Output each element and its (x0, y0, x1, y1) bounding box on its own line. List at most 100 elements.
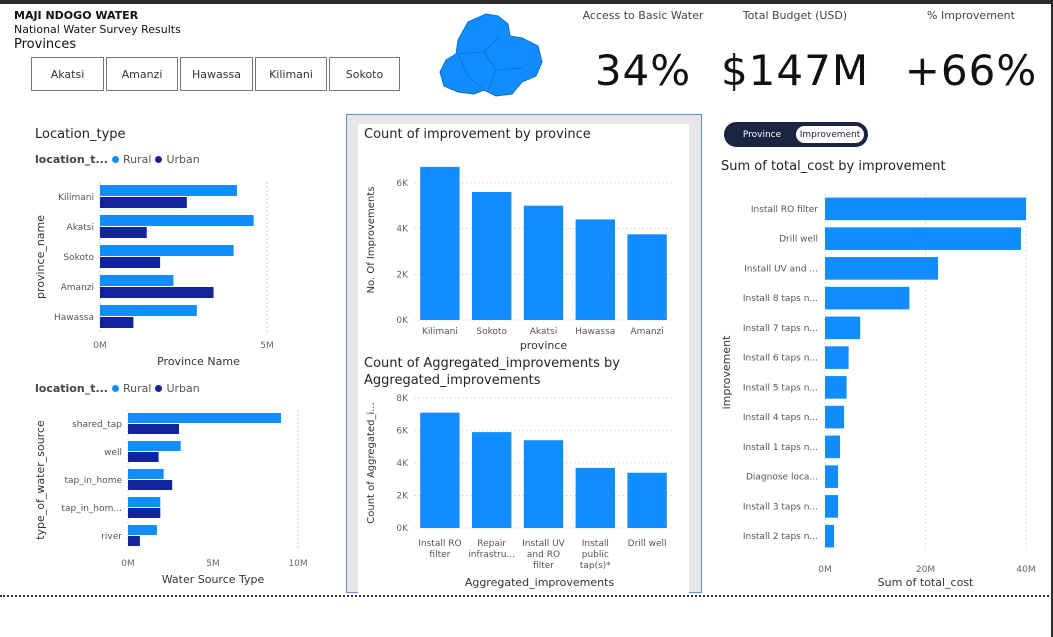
bar (825, 524, 835, 548)
y-tick-label: 4K (396, 225, 409, 235)
slicer-akatsi[interactable]: Akatsi (31, 57, 104, 91)
bar-rural (100, 305, 197, 316)
category-label: Install 8 taps n... (743, 294, 818, 304)
x-axis-title: Province Name (157, 355, 240, 368)
x-axis-title: Water Source Type (162, 573, 265, 586)
category-label: shared_tap (72, 420, 122, 430)
x-tick-label: Akatsi (530, 327, 557, 337)
category-label: Kilimani (58, 193, 94, 203)
bar-urban (128, 508, 161, 518)
slicer-sokoto[interactable]: Sokoto (329, 57, 400, 91)
category-label: Install UV and ... (744, 264, 818, 274)
category-label: well (104, 448, 122, 458)
bar-rural (128, 525, 157, 535)
bar-urban (100, 287, 214, 298)
bar-urban (128, 480, 173, 490)
legend-rural-label: Rural (122, 153, 152, 166)
bar-urban (100, 227, 147, 238)
y-tick-label: 0K (396, 316, 409, 326)
bar (825, 286, 910, 310)
kpi-value-budget: $147M (720, 46, 870, 95)
bar (627, 472, 667, 528)
slicer-amanzi[interactable]: Amanzi (106, 57, 178, 91)
toggle-province[interactable]: Province (730, 126, 794, 143)
bar-rural (128, 469, 164, 479)
bar-urban (100, 257, 161, 268)
slicer-hawassa[interactable]: Hawassa (180, 57, 253, 91)
legend-rural-dot (111, 385, 119, 392)
bar-rural (128, 413, 281, 423)
category-label: tap_in_hom... (61, 504, 122, 514)
view-toggle[interactable]: Province Improvement (724, 122, 868, 147)
x-tick-label: 0M (121, 559, 135, 569)
location-type-title: Location_type (35, 127, 126, 142)
total-cost-title: Sum of total_cost by improvement (721, 159, 946, 174)
category-label: Akatsi (67, 223, 94, 233)
bar-rural (128, 441, 181, 451)
x-tick-label: 20M (916, 565, 935, 575)
bar (575, 219, 615, 320)
x-tick-label: Kilimani (422, 327, 458, 337)
bar (523, 205, 564, 320)
y-tick-label: 4K (396, 459, 409, 469)
x-axis-title: province (520, 339, 568, 352)
y-tick-label: 0K (396, 524, 409, 534)
bar-urban (128, 452, 159, 462)
top-border (0, 0, 1053, 4)
bar (825, 346, 849, 369)
bar (472, 432, 512, 528)
category-label: Drill well (779, 235, 818, 245)
x-tick-label: Install RO filter (418, 539, 461, 560)
y-axis-title: Count of Aggregated_i... (366, 402, 377, 523)
x-axis-title: Aggregated_improvements (465, 576, 615, 589)
x-tick-label: 40M (1016, 565, 1035, 575)
category-label: tap_in_home (65, 476, 123, 486)
bar (825, 316, 861, 340)
legend-rural-label: Rural (122, 382, 152, 395)
category-label: Amanzi (61, 283, 94, 293)
bar (420, 412, 460, 528)
legend-urban-label: Urban (166, 382, 200, 395)
dotted-divider (0, 595, 1053, 597)
kpi-label-access: Access to Basic Water (582, 9, 704, 22)
category-label: Install 1 taps n... (743, 443, 818, 453)
category-label: Install 2 taps n... (743, 532, 818, 542)
aggregated-improvement-chart[interactable]: 0K 2K 4K 6K 8K Install RO filter Repair infrastr… (358, 390, 689, 592)
bar-urban (128, 536, 140, 546)
x-tick-label: Install public tap(s)* (580, 539, 611, 571)
legend-urban-dot (155, 156, 163, 163)
provinces-label: Provinces (14, 37, 77, 52)
kpi-value-improvement: +66% (904, 46, 1038, 95)
water-source-chart[interactable]: shared_tapwell tap_in_home tap_in_hom...ri… (30, 400, 330, 592)
bar (825, 405, 845, 429)
province-improvement-chart[interactable]: 0K 2K 4K 6K Kilimani Sokoto Akatsi Hawassa Amanz… (358, 146, 689, 354)
report-subtitle: National Water Survey Results (14, 23, 181, 36)
bar (825, 435, 841, 459)
x-tick-label: 0M (93, 341, 107, 351)
category-label: Hawassa (54, 313, 94, 323)
toggle-improvement[interactable]: Improvement (796, 126, 864, 143)
y-tick-label: 6K (396, 179, 409, 189)
bar (825, 257, 939, 280)
y-tick-label: 2K (396, 270, 409, 280)
x-tick-label: Repair infrastru... (468, 539, 515, 560)
bar-urban (100, 197, 187, 208)
category-label: Install 6 taps n... (743, 354, 818, 364)
legend-rural-dot (111, 156, 119, 163)
kpi-label-improvement: % Improvement (927, 9, 1015, 22)
bar (825, 227, 1021, 250)
category-label: river (101, 532, 122, 542)
legend-province-chart: location_t... Rural Urban (35, 153, 200, 166)
kpi-label-budget: Total Budget (USD) (742, 9, 848, 22)
category-label: Install RO filter (751, 205, 818, 215)
bar (825, 465, 839, 488)
bar (523, 440, 564, 528)
slicer-kilimani[interactable]: Kilimani (255, 57, 327, 91)
province-location-chart[interactable]: Kilimani Akatsi Sokoto Amanzi Hawassa 0M 5M Pro… (30, 172, 330, 372)
category-label: Install 5 taps n... (743, 383, 818, 393)
y-tick-label: 6K (396, 427, 409, 437)
province-map-icon[interactable] (438, 10, 550, 100)
x-tick-label: 0M (818, 565, 832, 575)
legend-field: location_t... (35, 382, 108, 395)
total-cost-chart[interactable]: Install RO filter Drill well Install UV an… (718, 186, 1050, 592)
